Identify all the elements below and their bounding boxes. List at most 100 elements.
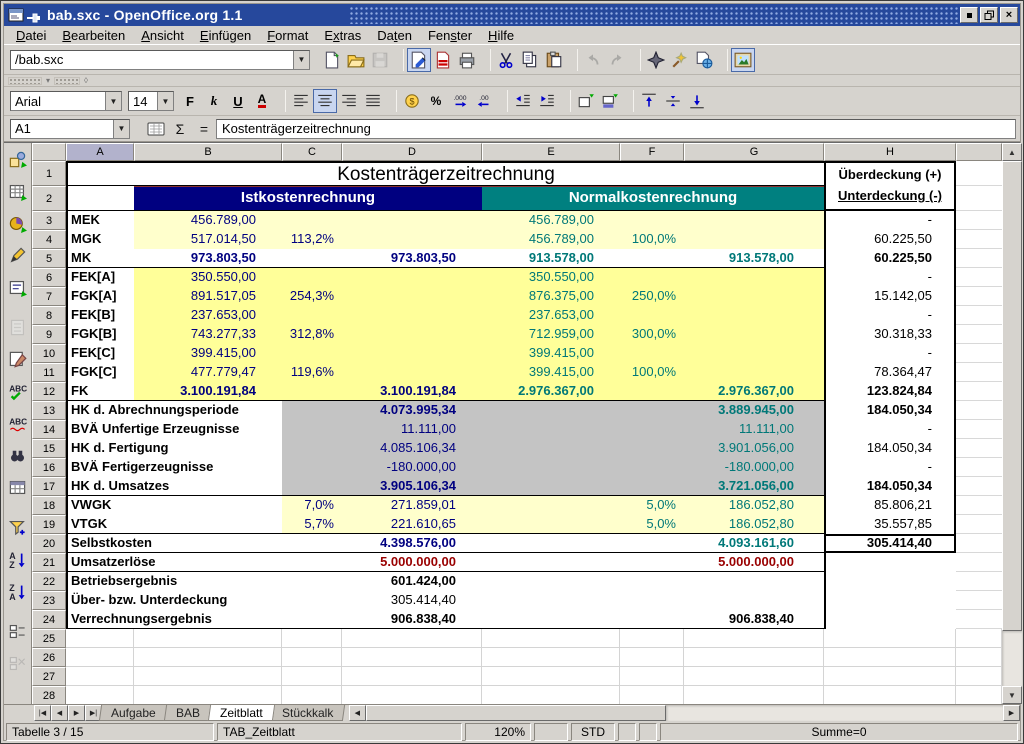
cell-D22[interactable]: 601.424,00	[342, 572, 482, 591]
cell-B10[interactable]: 399.415,00	[134, 344, 282, 363]
cell-H2[interactable]: Unterdeckung (-)	[824, 186, 956, 211]
cell-E21[interactable]	[482, 553, 620, 572]
cell-A6[interactable]: FEK[A]	[66, 268, 134, 287]
row-header-15[interactable]: 15	[32, 439, 66, 458]
cell-F22[interactable]	[620, 572, 684, 591]
cell-F12[interactable]	[620, 382, 684, 401]
row-header-4[interactable]: 4	[32, 230, 66, 249]
cell-D25[interactable]	[342, 629, 482, 648]
cell-A25[interactable]	[66, 629, 134, 648]
menu-einfgen[interactable]: Einfügen	[192, 27, 259, 44]
cell-B27[interactable]	[134, 667, 282, 686]
row-header-28[interactable]: 28	[32, 686, 66, 704]
cell-D5[interactable]: 973.803,50	[342, 249, 482, 268]
row-header-19[interactable]: 19	[32, 515, 66, 534]
sort-descending-button[interactable]: ZA	[6, 579, 30, 603]
vertical-scrollbar-track[interactable]	[1002, 631, 1022, 686]
cell-F17[interactable]	[620, 477, 684, 496]
cell-F10[interactable]	[620, 344, 684, 363]
cell-G24[interactable]: 906.838,40	[684, 610, 824, 629]
underline-button[interactable]: U	[226, 89, 250, 113]
cell-A12[interactable]: FK	[66, 382, 134, 401]
cell-H11[interactable]: 78.364,47	[824, 363, 956, 382]
chevron-down-icon[interactable]: ▼	[157, 92, 173, 110]
row-header-17[interactable]: 17	[32, 477, 66, 496]
cell-D4[interactable]	[342, 230, 482, 249]
section-header-normalkosten[interactable]: Normalkostenrechnung	[482, 186, 824, 211]
cell-A3[interactable]: MEK	[66, 211, 134, 230]
cell-A18[interactable]: VWGK	[66, 496, 134, 515]
ungroup-button[interactable]	[6, 651, 30, 675]
cell-G9[interactable]	[684, 325, 824, 344]
cell-E25[interactable]	[482, 629, 620, 648]
cell-D3[interactable]	[342, 211, 482, 230]
cell-H22[interactable]	[824, 572, 956, 591]
cell-C17[interactable]	[282, 477, 342, 496]
next-sheet-button[interactable]: ▶	[68, 705, 85, 721]
row-header-14[interactable]: 14	[32, 420, 66, 439]
chevron-down-icon[interactable]: ▼	[113, 120, 129, 138]
cell-B20[interactable]	[134, 534, 282, 553]
cell-E10[interactable]: 399.415,00	[482, 344, 620, 363]
row-header-6[interactable]: 6	[32, 268, 66, 287]
choose-themes-button[interactable]	[6, 347, 30, 371]
pen-icon[interactable]: ◊	[84, 77, 88, 85]
window-menu-icon[interactable]	[8, 8, 24, 22]
cell-G28[interactable]	[684, 686, 824, 704]
cell-A10[interactable]: FEK[C]	[66, 344, 134, 363]
cell-D12[interactable]: 3.100.191,84	[342, 382, 482, 401]
row-header-22[interactable]: 22	[32, 572, 66, 591]
row-header-24[interactable]: 24	[32, 610, 66, 629]
sort-ascending-button[interactable]: AZ	[6, 547, 30, 571]
cell-B28[interactable]	[134, 686, 282, 704]
align-center-button[interactable]	[313, 89, 337, 113]
vertical-scrollbar-thumb[interactable]	[1002, 161, 1022, 631]
cell-B4[interactable]: 517.014,50	[134, 230, 282, 249]
cell-A11[interactable]: FGK[C]	[66, 363, 134, 382]
font-size-combobox[interactable]: 14 ▼	[128, 91, 174, 111]
chevron-down-icon[interactable]: ▼	[105, 92, 121, 110]
cell-C14[interactable]	[282, 420, 342, 439]
align-left-button[interactable]	[289, 89, 313, 113]
column-header-E[interactable]: E	[482, 143, 620, 161]
cell-D18[interactable]: 271.859,01	[342, 496, 482, 515]
column-header-A[interactable]: A	[66, 143, 134, 161]
cell-G8[interactable]	[684, 306, 824, 325]
chevron-down-icon[interactable]: ▼	[293, 51, 309, 69]
sheet-tab-aufgabe[interactable]: Aufgabe	[99, 705, 168, 721]
cell-A20[interactable]: Selbstkosten	[66, 534, 134, 553]
increase-indent-button[interactable]	[535, 89, 559, 113]
cell-E4[interactable]: 456.789,00	[482, 230, 620, 249]
save-button[interactable]	[368, 48, 392, 72]
cell-D16[interactable]: -180.000,00	[342, 458, 482, 477]
cell-D13[interactable]: 4.073.995,34	[342, 401, 482, 420]
cell-C6[interactable]	[282, 268, 342, 287]
cell-B3[interactable]: 456.789,00	[134, 211, 282, 230]
cell-H1[interactable]: Überdeckung (+)	[824, 161, 956, 186]
cell-H25[interactable]	[824, 629, 956, 648]
cell-C5[interactable]	[282, 249, 342, 268]
url-combobox[interactable]: /bab.sxc ▼	[10, 50, 310, 70]
cell-G11[interactable]	[684, 363, 824, 382]
chevron-down-icon[interactable]: ▾	[46, 77, 50, 85]
cell-C12[interactable]	[282, 382, 342, 401]
cell-D27[interactable]	[342, 667, 482, 686]
cell-E20[interactable]	[482, 534, 620, 553]
cell-H27[interactable]	[824, 667, 956, 686]
cell-E8[interactable]: 237.653,00	[482, 306, 620, 325]
autoformat-button[interactable]	[6, 315, 30, 339]
cell-E17[interactable]	[482, 477, 620, 496]
cell-D26[interactable]	[342, 648, 482, 667]
borders-button[interactable]	[574, 89, 598, 113]
cell-D21[interactable]: 5.000.000,00	[342, 553, 482, 572]
cell-D6[interactable]	[342, 268, 482, 287]
cell-D11[interactable]	[342, 363, 482, 382]
cell-E19[interactable]	[482, 515, 620, 534]
equals-icon[interactable]: =	[192, 119, 216, 139]
cell-H4[interactable]: 60.225,50	[824, 230, 956, 249]
cell-E27[interactable]	[482, 667, 620, 686]
close-icon[interactable]: ×	[1000, 7, 1018, 23]
cell-A23[interactable]: Über- bzw. Unterdeckung	[66, 591, 134, 610]
cell-C25[interactable]	[282, 629, 342, 648]
cell-B7[interactable]: 891.517,05	[134, 287, 282, 306]
